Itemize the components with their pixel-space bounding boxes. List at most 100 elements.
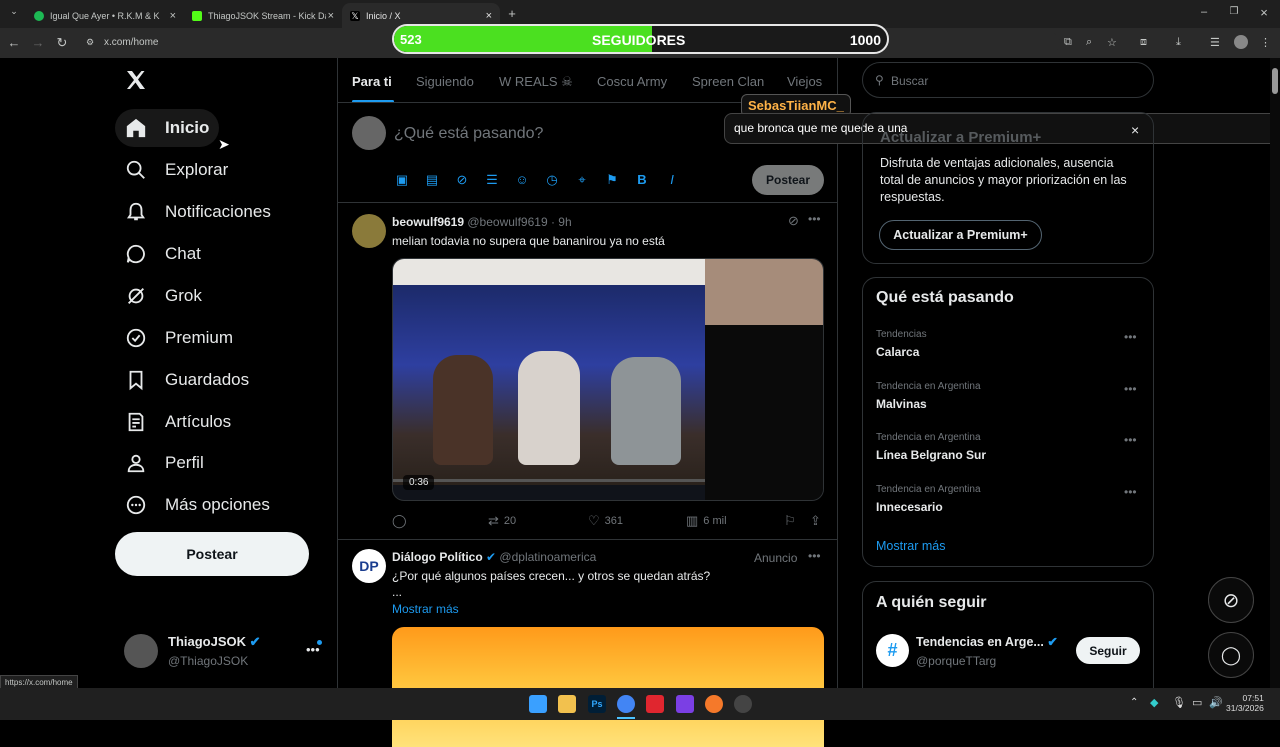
clock[interactable]: 07:51 31/3/2026 <box>1226 693 1264 713</box>
suggested-account-name-row[interactable]: Tendencias en Arge... ✔ <box>916 634 1058 649</box>
wps-icon[interactable] <box>646 695 664 713</box>
post-author[interactable]: beowulf9619 <box>392 215 464 229</box>
composer-input[interactable]: ¿Qué está pasando? <box>394 125 543 143</box>
maximize-icon[interactable]: ❐ <box>1226 6 1242 17</box>
share-button[interactable]: ⇪ <box>810 513 826 529</box>
retweet-button[interactable]: ⇄ 20 <box>488 513 516 529</box>
tray-chevron-icon[interactable]: ⌃ <box>1130 697 1138 708</box>
trend-more-icon[interactable]: ••• <box>1124 330 1137 344</box>
tab-spreen-clan[interactable]: Spreen Clan <box>692 74 764 89</box>
trend-more-icon[interactable]: ••• <box>1124 382 1137 396</box>
emoji-icon[interactable]: ☺ <box>514 172 530 188</box>
nav-item-grok[interactable]: Grok <box>115 277 212 315</box>
tab-coscu-army[interactable]: Coscu Army <box>597 74 667 89</box>
reply-button[interactable]: ◯ <box>392 513 412 529</box>
trend-name[interactable]: Malvinas <box>876 397 927 411</box>
tab-siguiendo[interactable]: Siguiendo <box>416 74 474 89</box>
close-tab-icon[interactable]: × <box>170 10 176 22</box>
browser-tab-1[interactable]: Igual Que Ayer • R.K.M & K × <box>26 3 184 28</box>
grok-icon[interactable]: ⊘ <box>788 213 799 229</box>
italic-icon[interactable]: I <box>664 172 680 188</box>
close-tab-icon[interactable]: × <box>486 10 492 22</box>
post-handle[interactable]: @beowulf9619 <box>467 215 547 229</box>
photoshop-icon[interactable]: Ps <box>588 695 606 713</box>
trends-show-more-link[interactable]: Mostrar más <box>876 539 945 553</box>
minimize-icon[interactable]: – <box>1196 6 1212 18</box>
trend-more-icon[interactable]: ••• <box>1124 485 1137 499</box>
tab-search-icon[interactable]: ⌄ <box>6 6 22 17</box>
file-explorer-icon[interactable] <box>558 695 576 713</box>
account-name-row[interactable]: ThiagoJSOK ✔ <box>168 634 261 650</box>
tab-w-reals[interactable]: W REALS ☠ <box>499 74 573 90</box>
chrome-icon[interactable] <box>617 695 635 713</box>
menu-icon[interactable]: ⋮ <box>1260 36 1271 49</box>
composer-post-button[interactable]: Postear <box>752 165 824 195</box>
search-box[interactable]: ⚲ Buscar <box>862 62 1154 98</box>
install-icon[interactable]: ⧉ <box>1064 36 1072 49</box>
extensions-icon[interactable]: ⧈ <box>1140 36 1147 49</box>
nav-item-chat[interactable]: Chat <box>115 235 211 273</box>
reload-icon[interactable]: ↻ <box>54 35 70 51</box>
views-button[interactable]: ▥ 6 mil <box>686 513 727 529</box>
post-avatar[interactable] <box>352 214 386 248</box>
trend-name[interactable]: Calarca <box>876 345 919 359</box>
close-window-icon[interactable]: × <box>1256 5 1272 20</box>
account-avatar[interactable] <box>124 634 158 668</box>
tray-app-icon[interactable]: ◆ <box>1150 696 1158 709</box>
scrollbar-thumb[interactable] <box>1272 68 1278 94</box>
site-info-icon[interactable]: ⚙ <box>86 37 94 48</box>
like-button[interactable]: ♡ 361 <box>588 513 623 529</box>
back-icon[interactable]: ← <box>6 35 22 50</box>
bookmark-button[interactable]: ⚐ <box>784 513 801 529</box>
nav-item-premium[interactable]: Premium <box>115 319 243 357</box>
blender-icon[interactable] <box>705 695 723 713</box>
nav-item-perfil[interactable]: Perfil <box>115 444 214 482</box>
schedule-icon[interactable]: ◷ <box>544 172 560 188</box>
app-icon[interactable] <box>676 695 694 713</box>
hashtag-avatar-icon[interactable]: # <box>876 634 909 667</box>
nav-item-explorar[interactable]: Explorar <box>115 151 238 189</box>
new-tab-icon[interactable]: + <box>504 6 520 21</box>
zoom-icon[interactable]: ⌕ <box>1086 36 1092 49</box>
trend-name[interactable]: Innecesario <box>876 500 943 514</box>
follow-button[interactable]: Seguir <box>1076 637 1140 664</box>
location-icon[interactable]: ⌖ <box>574 172 590 188</box>
network-icon[interactable]: ▭ <box>1192 696 1202 709</box>
bookmark-star-icon[interactable]: ☆ <box>1107 36 1117 49</box>
nav-item-mas-opciones[interactable]: Más opciones <box>115 486 280 524</box>
nav-item-inicio[interactable]: Inicio <box>115 109 220 147</box>
show-more-link[interactable]: Mostrar más <box>392 602 459 616</box>
video-progress-track[interactable] <box>393 479 705 482</box>
obs-icon[interactable] <box>734 695 752 713</box>
volume-icon[interactable]: 🔊 <box>1209 696 1223 709</box>
close-tab-icon[interactable]: × <box>328 10 334 22</box>
page-scrollbar[interactable] <box>1270 58 1280 688</box>
close-icon[interactable]: × <box>1131 122 1139 138</box>
post-time[interactable]: · 9h <box>551 215 572 229</box>
trend-name[interactable]: Línea Belgrano Sur <box>876 448 986 462</box>
forward-icon[interactable]: → <box>30 35 46 50</box>
browser-tab-2[interactable]: ThiagoJSOK Stream - Kick Dash × <box>184 3 342 28</box>
downloads-icon[interactable]: ⤓ <box>1176 36 1181 49</box>
upgrade-premium-button[interactable]: Actualizar a Premium+ <box>879 220 1042 250</box>
nav-item-notificaciones[interactable]: Notificaciones <box>115 193 281 231</box>
image-icon[interactable]: ▣ <box>394 172 410 188</box>
bold-icon[interactable]: B <box>634 172 650 188</box>
x-logo-icon[interactable] <box>124 68 150 94</box>
ad-image[interactable] <box>392 627 824 747</box>
poll-icon[interactable]: ☰ <box>484 172 500 188</box>
post-author[interactable]: Diálogo Político <box>392 550 483 564</box>
grok-float-icon[interactable]: ⊘ <box>1208 577 1254 623</box>
grok-icon[interactable]: ⊘ <box>454 172 470 188</box>
messages-float-icon[interactable]: ◯ <box>1208 632 1254 678</box>
microphone-icon[interactable]: 🎙 <box>1172 696 1186 709</box>
profile-avatar[interactable] <box>1234 35 1248 49</box>
trend-more-icon[interactable]: ••• <box>1124 433 1137 447</box>
nav-item-guardados[interactable]: Guardados <box>115 361 259 399</box>
post-more-icon[interactable]: ••• <box>808 549 821 563</box>
gif-icon[interactable]: ▤ <box>424 172 440 188</box>
tab-viejos[interactable]: Viejos <box>787 74 822 89</box>
reading-list-icon[interactable]: ☰ <box>1210 36 1220 49</box>
post-button[interactable]: Postear <box>115 532 309 576</box>
post-video[interactable]: 0:36 <box>392 258 824 501</box>
